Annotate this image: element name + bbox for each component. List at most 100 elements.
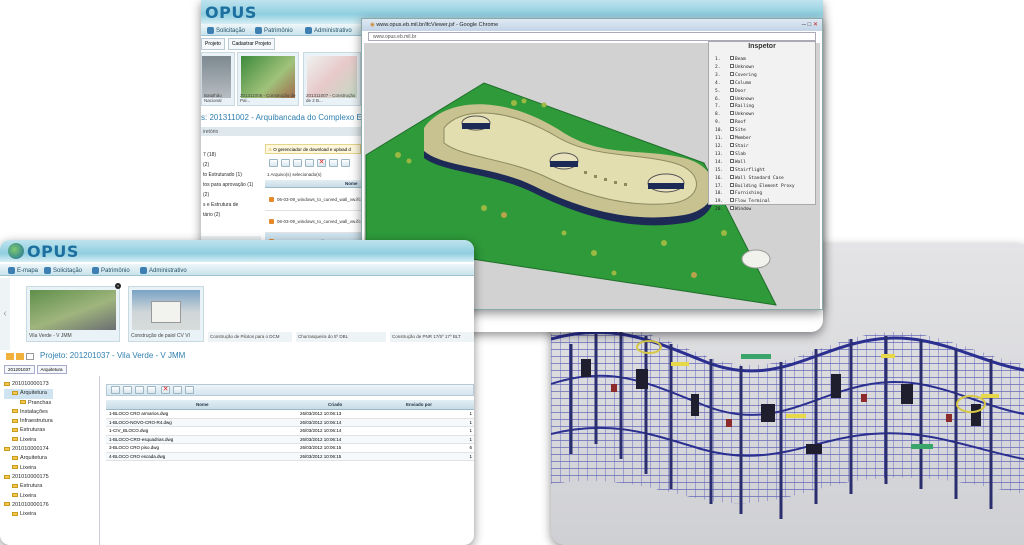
file-row[interactable]: 1-CIV_BLOCO.dwg 26/03/2012 10:06:14 1 (106, 427, 474, 436)
layer-visibility-icon[interactable] (730, 174, 734, 179)
layer-visibility-icon[interactable] (730, 56, 734, 60)
download-button[interactable] (281, 159, 290, 167)
tree-folder-item[interactable]: Pranchas (4, 399, 53, 408)
inspector-layer-item[interactable]: 20. Window (715, 206, 795, 214)
inspector-layer-item[interactable]: 9. Roof (715, 119, 795, 127)
tree-folder-item[interactable]: Instalações (4, 408, 53, 417)
tree-item[interactable]: (2) (203, 160, 261, 170)
inspector-layer-item[interactable]: 12. Stair (715, 142, 795, 151)
layer-visibility-icon[interactable] (730, 150, 734, 155)
thumbnail-card[interactable]: Construção de paiol CV VI (128, 286, 204, 342)
menu-dropdown-icon[interactable] (26, 353, 34, 360)
file-row[interactable]: 06-03-09_windows_to_curved_wall_vw.ifc (265, 189, 361, 211)
menu-administrativo[interactable]: Administrativo (305, 27, 352, 34)
upload-button[interactable] (111, 386, 120, 394)
layer-visibility-icon[interactable] (730, 190, 734, 195)
carousel-prev-button[interactable]: ‹ (0, 278, 10, 350)
file-row[interactable]: 1-BLOCO-NOVO-CRO-R4.dwg 26/03/2012 10:06:… (106, 418, 474, 427)
menu-solicitacao[interactable]: Solicitação (44, 267, 82, 274)
layer-visibility-icon[interactable] (730, 87, 734, 92)
tree-folder-item[interactable]: Arquitetura (4, 389, 53, 399)
delete-button[interactable]: ✕ (317, 159, 326, 167)
column-created[interactable]: Criado (328, 402, 342, 407)
tree-folder-item[interactable]: Estruturas (4, 426, 53, 435)
thumbnail-card[interactable]: 201311008 - Construção de Pal... (237, 52, 299, 106)
file-row[interactable]: 1-BLOCO-CRO-esquadrias.dwg 26/03/2012 10:… (106, 435, 474, 444)
breadcrumb-tab[interactable]: 201201037 (4, 365, 35, 374)
layer-visibility-icon[interactable] (730, 166, 734, 171)
create-project-button[interactable]: Cadastrar Projeto (227, 38, 276, 50)
move-button[interactable] (147, 386, 156, 394)
view-button[interactable] (341, 159, 350, 167)
move-button[interactable] (305, 159, 314, 167)
layer-visibility-icon[interactable] (730, 142, 734, 147)
forward-button[interactable] (16, 353, 24, 360)
thumbnail-card[interactable]: 201311007 - Construção de 2 B... (303, 52, 361, 106)
tree-root-item[interactable]: 201010000175 (4, 473, 53, 482)
menu-patrimonio[interactable]: Patrimônio (92, 267, 130, 274)
inspector-layer-item[interactable]: 14. Wall (715, 158, 795, 167)
layer-visibility-icon[interactable] (730, 111, 734, 116)
strip-item[interactable]: Construção de PNR 17/5º 17º BLT (390, 332, 474, 342)
layer-visibility-icon[interactable] (730, 135, 734, 140)
tree-item[interactable]: (2) (203, 190, 261, 200)
column-name[interactable]: Nome (196, 402, 209, 407)
inspector-layer-item[interactable]: 1. Beam (715, 56, 795, 64)
inspector-layer-item[interactable]: 15. Stairflight (715, 166, 795, 175)
menu-e-mapa[interactable]: E-mapa (8, 267, 38, 274)
layer-visibility-icon[interactable] (730, 103, 734, 108)
menu-solicitacao[interactable]: Solicitação (207, 27, 245, 34)
menu-patrimonio[interactable]: Patrimônio (255, 27, 293, 34)
tree-folder-item[interactable]: Arquitetura (4, 454, 53, 463)
close-icon[interactable]: ✕ (813, 22, 818, 28)
file-row[interactable]: 4-BLOCO CRO escada.dwg 26/03/2012 10:06:1… (106, 452, 474, 461)
tree-item[interactable]: to Estruturado (1) (203, 170, 261, 180)
inspector-layer-item[interactable]: 8. Unknown (715, 111, 795, 119)
rename-button[interactable] (173, 386, 182, 394)
close-icon[interactable]: × (115, 283, 121, 289)
copy-button[interactable] (293, 159, 302, 167)
delete-button[interactable]: ✕ (161, 386, 170, 394)
breadcrumb-tab[interactable]: Arquitetura (36, 365, 67, 374)
inspector-layer-item[interactable]: 4. Column (715, 79, 795, 88)
view-button[interactable] (185, 386, 194, 394)
layer-visibility-icon[interactable] (730, 182, 734, 187)
tree-item[interactable]: 7 (18) (203, 150, 261, 160)
layer-visibility-icon[interactable] (730, 71, 734, 76)
column-sent-by[interactable]: Enviado por (406, 402, 432, 407)
tree-item[interactable]: s e Estrutura de (203, 200, 261, 210)
layer-visibility-icon[interactable] (730, 206, 734, 211)
file-row[interactable]: 06-03-09_windows_to_curved_wall_vw.ifc (265, 211, 361, 233)
file-row[interactable]: 3-BLOCO CRO piso.dwg 26/03/2012 10:06:15 6 (106, 444, 474, 453)
tree-folder-item[interactable]: Lixeira (4, 464, 53, 473)
inspector-layer-item[interactable]: 10. Site (715, 127, 795, 135)
tree-folder-item[interactable]: Lixeira (4, 510, 53, 519)
inspector-layer-item[interactable]: 11. Member (715, 135, 795, 143)
inspector-layer-item[interactable]: 18. Furnishing (715, 190, 795, 198)
layer-visibility-icon[interactable] (730, 127, 734, 132)
back-button[interactable] (6, 353, 14, 360)
tree-folder-item[interactable]: Lixeira (4, 436, 53, 445)
upload-button[interactable] (269, 159, 278, 167)
download-button[interactable] (123, 386, 132, 394)
rename-button[interactable] (329, 159, 338, 167)
url-bar[interactable]: www.opus.eb.mil.br (368, 32, 816, 41)
inspector-layer-item[interactable]: 19. Flow Terminal (715, 198, 795, 206)
tree-root-item[interactable]: 201010000176 (4, 501, 53, 510)
copy-button[interactable] (135, 386, 144, 394)
tree-folder-item[interactable]: Lixeira (4, 492, 53, 501)
inspector-layer-item[interactable]: 5. Door (715, 87, 795, 96)
layer-visibility-icon[interactable] (730, 79, 734, 84)
layer-visibility-icon[interactable] (730, 158, 734, 163)
inspector-layer-item[interactable]: 3. Covering (715, 71, 795, 80)
tree-root-item[interactable]: 201010000173 (4, 380, 53, 389)
thumbnail-card[interactable]: Vila Verde - V JMM × (26, 283, 121, 342)
menu-administrativo[interactable]: Administrativo (140, 267, 187, 274)
inspector-layer-item[interactable]: 16. Wall Standard Case (715, 174, 795, 183)
project-button[interactable]: Projeto (201, 38, 225, 50)
inspector-layer-item[interactable]: 7. Railing (715, 103, 795, 111)
file-row[interactable]: 1-BLOCO CRO armarios.dwg 26/03/2012 10:06… (106, 410, 474, 419)
tree-folder-item[interactable]: Estrutura (4, 482, 53, 491)
layer-visibility-icon[interactable] (730, 63, 734, 68)
strip-item[interactable]: Churrasqueira do 5º DBL (296, 332, 386, 342)
